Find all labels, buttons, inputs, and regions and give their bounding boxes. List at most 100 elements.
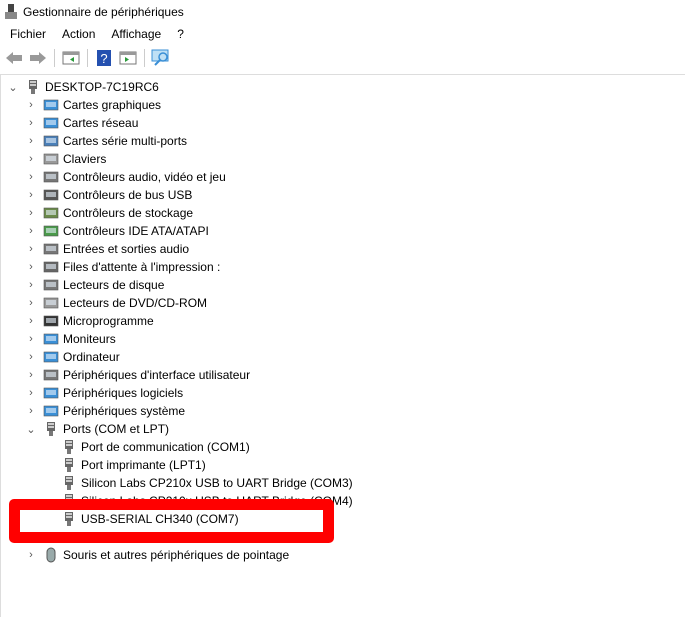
tree-category-item[interactable]: › Périphériques logiciels bbox=[25, 384, 183, 402]
chevron-right-icon[interactable]: › bbox=[25, 99, 37, 111]
tree-item-label: Files d'attente à l'impression : bbox=[63, 260, 221, 274]
tree-item-label: Ordinateur bbox=[63, 350, 120, 364]
tree-item-label: Microprogramme bbox=[63, 314, 154, 328]
svg-text:?: ? bbox=[100, 51, 107, 66]
device-tree[interactable]: ⌄ DESKTOP-7C19RC6 › Cartes graphiques › Carte… bbox=[0, 74, 685, 617]
audio-io-icon bbox=[43, 243, 59, 255]
tree-item-label: Port de communication (COM1) bbox=[81, 440, 250, 454]
forward-icon[interactable] bbox=[28, 48, 48, 68]
menu-action[interactable]: Action bbox=[54, 24, 103, 44]
toolbar-separator bbox=[144, 49, 145, 67]
firmware-icon bbox=[43, 315, 59, 327]
tree-category-ports[interactable]: ⌄ Ports (COM et LPT) bbox=[25, 420, 169, 438]
title-bar: Gestionnaire de périphériques bbox=[0, 0, 685, 24]
port-item[interactable]: USB-SERIAL CH340 (COM7) bbox=[43, 510, 239, 528]
usb-icon bbox=[43, 189, 59, 201]
scan-hardware-icon[interactable] bbox=[151, 48, 171, 68]
window-title: Gestionnaire de périphériques bbox=[23, 5, 184, 19]
chevron-right-icon[interactable]: › bbox=[25, 279, 37, 291]
chevron-right-icon[interactable]: › bbox=[25, 117, 37, 129]
ide-controller-icon bbox=[43, 225, 59, 237]
back-icon[interactable] bbox=[4, 48, 24, 68]
tree-category-item[interactable]: › Cartes réseau bbox=[25, 114, 138, 132]
tree-category-item[interactable]: › Périphériques d'interface utilisateur bbox=[25, 366, 250, 384]
system-device-icon bbox=[43, 405, 59, 417]
monitor-icon bbox=[43, 333, 59, 345]
action-pane-icon[interactable] bbox=[118, 48, 138, 68]
menu-help[interactable]: ? bbox=[169, 24, 192, 44]
port-icon bbox=[47, 422, 55, 436]
tree-item-label: Périphériques logiciels bbox=[63, 386, 184, 400]
tree-item-label: Cartes série multi-ports bbox=[63, 134, 188, 148]
tree-category-item[interactable]: › Microprogramme bbox=[25, 312, 154, 330]
tree-item-label: USB-SERIAL CH340 (COM7) bbox=[81, 512, 239, 526]
port-item[interactable]: Port de communication (COM1) bbox=[43, 438, 250, 456]
chevron-right-icon[interactable]: › bbox=[25, 189, 37, 201]
toolbar-separator bbox=[54, 49, 55, 67]
port-icon bbox=[65, 458, 73, 472]
chevron-right-icon[interactable]: › bbox=[25, 135, 37, 147]
tree-item-label: Contrôleurs de stockage bbox=[63, 206, 194, 220]
chevron-right-icon[interactable]: › bbox=[25, 171, 37, 183]
tree-category-item[interactable]: › Lecteurs de disque bbox=[25, 276, 164, 294]
tree-item-label: Port imprimante (LPT1) bbox=[81, 458, 206, 472]
chevron-right-icon[interactable]: › bbox=[25, 225, 37, 237]
tree-root[interactable]: ⌄ DESKTOP-7C19RC6 bbox=[7, 78, 159, 96]
chevron-right-icon[interactable]: › bbox=[25, 297, 37, 309]
tree-item-label: Moniteurs bbox=[63, 332, 116, 346]
port-icon bbox=[65, 440, 73, 454]
dvd-drive-icon bbox=[43, 297, 59, 309]
tree-category-item[interactable]: › Ordinateur bbox=[25, 348, 120, 366]
software-device-icon bbox=[43, 387, 59, 399]
tree-item-label: Souris et autres périphériques de pointa… bbox=[63, 548, 290, 562]
tree-category-item[interactable]: › Claviers bbox=[25, 150, 106, 168]
tree-category-item[interactable]: › Contrôleurs IDE ATA/ATAPI bbox=[25, 222, 209, 240]
tree-category-item[interactable]: › Périphériques système bbox=[25, 402, 185, 420]
device-manager-icon bbox=[5, 4, 17, 19]
tree-category-item[interactable]: › Contrôleurs audio, vidéo et jeu bbox=[25, 168, 226, 186]
tree-item-label: Cartes graphiques bbox=[63, 98, 162, 112]
help-icon[interactable]: ? bbox=[94, 48, 114, 68]
tree-item-label: Ports (COM et LPT) bbox=[63, 422, 170, 436]
show-hide-console-tree-icon[interactable] bbox=[61, 48, 81, 68]
chevron-right-icon[interactable]: › bbox=[25, 153, 37, 165]
tree-item-label: Entrées et sorties audio bbox=[63, 242, 190, 256]
port-item[interactable]: Silicon Labs CP210x USB to UART Bridge (… bbox=[43, 474, 353, 492]
chevron-right-icon[interactable]: › bbox=[25, 315, 37, 327]
tree-category-item[interactable]: › Cartes série multi-ports bbox=[25, 132, 187, 150]
chevron-right-icon[interactable]: › bbox=[25, 351, 37, 363]
network-adapter-icon bbox=[43, 117, 59, 129]
port-icon bbox=[65, 476, 73, 490]
printer-icon bbox=[43, 261, 59, 273]
chevron-right-icon[interactable]: › bbox=[25, 333, 37, 345]
chevron-right-icon[interactable]: › bbox=[25, 387, 37, 399]
chevron-right-icon[interactable]: › bbox=[25, 369, 37, 381]
tree-category-item[interactable]: › Lecteurs de DVD/CD-ROM bbox=[25, 294, 207, 312]
tree-item-label: Silicon Labs CP210x USB to UART Bridge (… bbox=[81, 476, 353, 490]
multiport-serial-icon bbox=[43, 135, 59, 147]
computer-root-icon bbox=[29, 80, 37, 94]
chevron-right-icon[interactable]: › bbox=[25, 549, 37, 561]
chevron-down-icon[interactable]: ⌄ bbox=[7, 81, 19, 94]
menu-affichage[interactable]: Affichage bbox=[103, 24, 169, 44]
chevron-right-icon[interactable]: › bbox=[25, 243, 37, 255]
tree-category-item[interactable]: › Cartes graphiques bbox=[25, 96, 161, 114]
tree-category-item[interactable]: › Files d'attente à l'impression : bbox=[25, 258, 220, 276]
tree-category-mouse[interactable]: › Souris et autres périphériques de point… bbox=[25, 546, 289, 564]
chevron-right-icon[interactable]: › bbox=[25, 405, 37, 417]
tree-item-label: Claviers bbox=[63, 152, 107, 166]
speaker-icon bbox=[43, 171, 59, 183]
chevron-right-icon[interactable]: › bbox=[25, 261, 37, 273]
chevron-down-icon[interactable]: ⌄ bbox=[25, 423, 37, 436]
menu-fichier[interactable]: Fichier bbox=[0, 24, 54, 44]
disk-drive-icon bbox=[43, 279, 59, 291]
tree-item-label: Périphériques d'interface utilisateur bbox=[63, 368, 251, 382]
tree-category-item[interactable]: › Moniteurs bbox=[25, 330, 116, 348]
tree-category-item[interactable]: › Contrôleurs de bus USB bbox=[25, 186, 192, 204]
tree-category-item[interactable]: › Contrôleurs de stockage bbox=[25, 204, 193, 222]
port-item[interactable]: Port imprimante (LPT1) bbox=[43, 456, 206, 474]
tree-category-item[interactable]: › Entrées et sorties audio bbox=[25, 240, 189, 258]
chevron-right-icon[interactable]: › bbox=[25, 207, 37, 219]
port-icon bbox=[65, 512, 73, 526]
tree-item-label: Contrôleurs de bus USB bbox=[63, 188, 193, 202]
